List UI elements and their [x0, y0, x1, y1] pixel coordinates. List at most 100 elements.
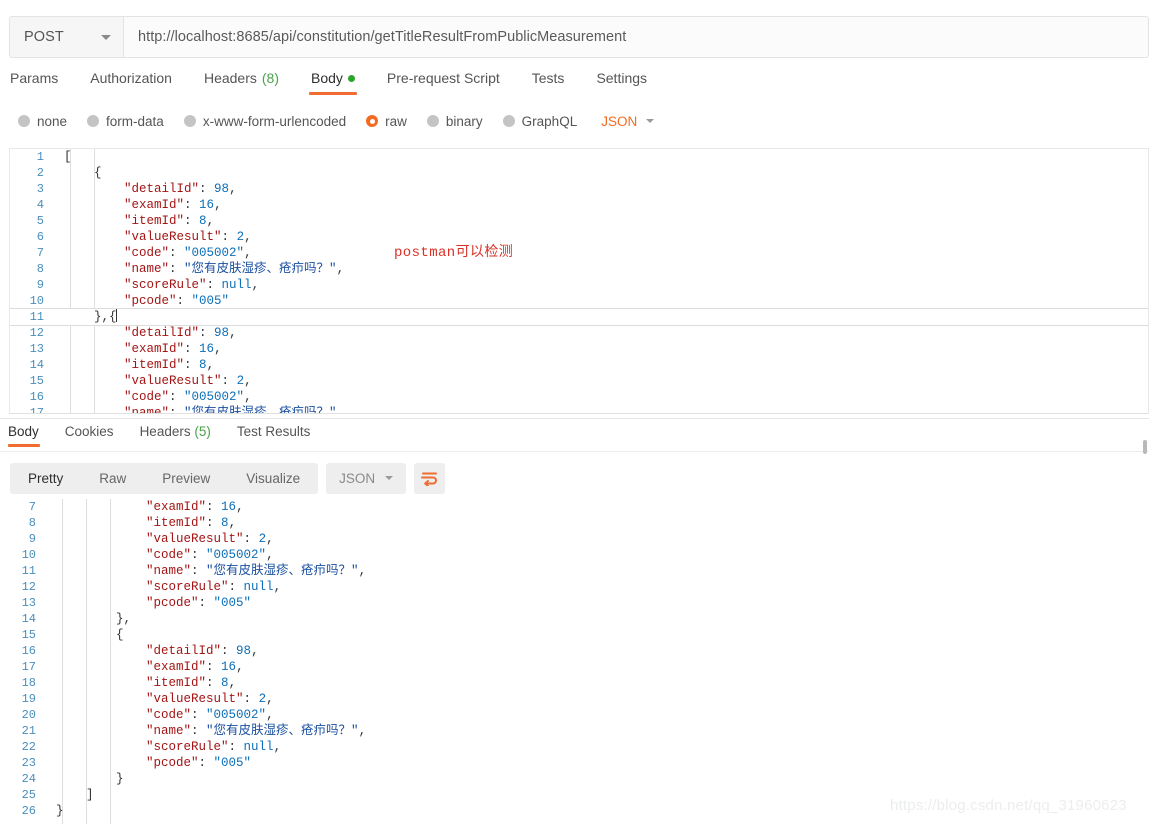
- code-token: :: [221, 374, 237, 388]
- response-mode-raw[interactable]: Raw: [81, 463, 144, 494]
- body-type-label: form-data: [106, 113, 164, 129]
- code-token: :: [184, 358, 200, 372]
- request-tab-pre-request-script[interactable]: Pre-request Script: [371, 70, 516, 95]
- request-tab-label: Settings: [596, 70, 648, 86]
- response-code-line-text: "examId": 16,: [46, 659, 1149, 675]
- response-code-line-number: 12: [21, 580, 36, 594]
- response-mode-preview[interactable]: Preview: [144, 463, 228, 494]
- request-code-line-text: "itemId": 8,: [54, 213, 1148, 229]
- http-method-label: POST: [24, 29, 64, 45]
- response-scrollbar[interactable]: [1143, 440, 1147, 454]
- request-code-line: 11 },{: [10, 308, 1148, 326]
- code-token: "code": [146, 708, 192, 722]
- request-code-line: 17 "name": "您有皮肤湿疹、疮疖吗？",: [10, 405, 1148, 414]
- response-code-line-number: 7: [28, 500, 36, 514]
- code-token: "detailId": [146, 644, 222, 658]
- request-code-line-number: 16: [29, 390, 44, 404]
- request-code-line-text: "detailId": 98,: [54, 181, 1148, 197]
- request-tab-authorization[interactable]: Authorization: [74, 70, 188, 95]
- body-type-form-data[interactable]: form-data: [87, 114, 164, 129]
- request-code-line-text: "itemId": 8,: [54, 357, 1148, 373]
- request-tab-body[interactable]: Body: [295, 70, 371, 95]
- response-code-line: 12 "scoreRule": null,: [0, 579, 1149, 595]
- request-code-line-number: 17: [29, 406, 44, 414]
- code-token: ,: [336, 262, 345, 276]
- response-format-select[interactable]: JSON: [326, 462, 407, 494]
- code-token: :: [191, 708, 207, 722]
- http-method-select[interactable]: POST: [9, 16, 123, 58]
- code-token: "itemId": [124, 214, 185, 228]
- body-type-x-www-form-urlencoded[interactable]: x-www-form-urlencoded: [183, 114, 346, 129]
- request-code-line-text: [: [54, 149, 1148, 165]
- request-code-line-number: 6: [36, 230, 44, 244]
- code-token: "scoreRule": [146, 740, 229, 754]
- response-divider: [0, 418, 1149, 419]
- request-tab-settings[interactable]: Settings: [580, 70, 663, 95]
- request-url-input[interactable]: http://localhost:8685/api/constitution/g…: [123, 16, 1149, 58]
- radio-icon: [502, 115, 515, 127]
- radio-icon: [87, 115, 100, 127]
- request-tab-label: Pre-request Script: [386, 70, 500, 86]
- request-code-line-text: "name": "您有皮肤湿疹、疮疖吗？",: [54, 261, 1148, 277]
- request-code-line-number: 3: [36, 182, 44, 196]
- response-code-line-text: "name": "您有皮肤湿疹、疮疖吗？",: [46, 723, 1149, 739]
- response-tab-body[interactable]: Body: [8, 424, 52, 447]
- request-body-editor[interactable]: 1[2 {3 "detailId": 98, 4 "examId": 16, 5 "…: [9, 148, 1149, 414]
- code-token: :: [169, 406, 185, 414]
- request-code-line-text: "examId": 16,: [54, 197, 1148, 213]
- response-body-viewer[interactable]: 7 "examId": 16, 8 "itemId": 8, 9 "valueRes…: [0, 499, 1149, 824]
- raw-language-select[interactable]: JSON: [601, 114, 655, 129]
- request-code-line-text: "examId": 16,: [54, 341, 1148, 357]
- response-tab-test-results[interactable]: Test Results: [224, 424, 324, 447]
- response-code-line-number: 19: [21, 692, 36, 706]
- code-token: null: [243, 580, 274, 594]
- code-token: "valueResult": [124, 230, 222, 244]
- request-tab-headers[interactable]: Headers (8): [188, 70, 295, 95]
- response-code-line-text: "pcode": "005": [46, 595, 1149, 611]
- body-type-graphql[interactable]: GraphQL: [502, 114, 577, 129]
- response-code-line: 22 "scoreRule": null,: [0, 739, 1149, 755]
- response-tab-cookies[interactable]: Cookies: [52, 424, 127, 447]
- response-code-line-number: 26: [21, 804, 36, 818]
- request-code-line-number: 2: [36, 166, 44, 180]
- body-type-binary[interactable]: binary: [426, 114, 483, 129]
- code-token: "005002": [206, 548, 267, 562]
- code-token: :: [243, 532, 259, 546]
- word-wrap-button[interactable]: [414, 462, 446, 494]
- code-token: :: [221, 230, 237, 244]
- code-token: :: [198, 596, 214, 610]
- code-token: 8: [221, 516, 229, 530]
- response-code-line-number: 18: [21, 676, 36, 690]
- code-token: }: [56, 772, 124, 786]
- code-token: "detailId": [124, 326, 200, 340]
- request-tab-count: (8): [261, 70, 279, 86]
- request-code-line-number: 5: [36, 214, 44, 228]
- code-token: :: [184, 342, 200, 356]
- code-token: 8: [199, 214, 207, 228]
- response-mode-visualize[interactable]: Visualize: [228, 463, 318, 494]
- radio-icon: [426, 115, 439, 127]
- response-code-line: 14 },: [0, 611, 1149, 627]
- body-type-none[interactable]: none: [18, 114, 67, 129]
- response-code-line-number: 22: [21, 740, 36, 754]
- response-code-line-number: 16: [21, 644, 36, 658]
- code-token: ,: [266, 548, 274, 562]
- code-token: :: [184, 198, 200, 212]
- code-token: :: [199, 182, 215, 196]
- response-code-line: 9 "valueResult": 2,: [0, 531, 1149, 547]
- request-tab-tests[interactable]: Tests: [516, 70, 581, 95]
- code-token: ,: [236, 500, 244, 514]
- request-code-line: 9 "scoreRule": null,: [10, 277, 1148, 293]
- response-mode-pretty[interactable]: Pretty: [10, 463, 81, 494]
- response-tab-headers[interactable]: Headers (5): [127, 424, 224, 447]
- code-token: :: [221, 644, 237, 658]
- response-code-line: 8 "itemId": 8,: [0, 515, 1149, 531]
- code-token: ,: [266, 692, 274, 706]
- request-tab-params[interactable]: Params: [10, 70, 74, 95]
- body-type-raw[interactable]: raw: [366, 114, 407, 129]
- response-code-line-number: 17: [21, 660, 36, 674]
